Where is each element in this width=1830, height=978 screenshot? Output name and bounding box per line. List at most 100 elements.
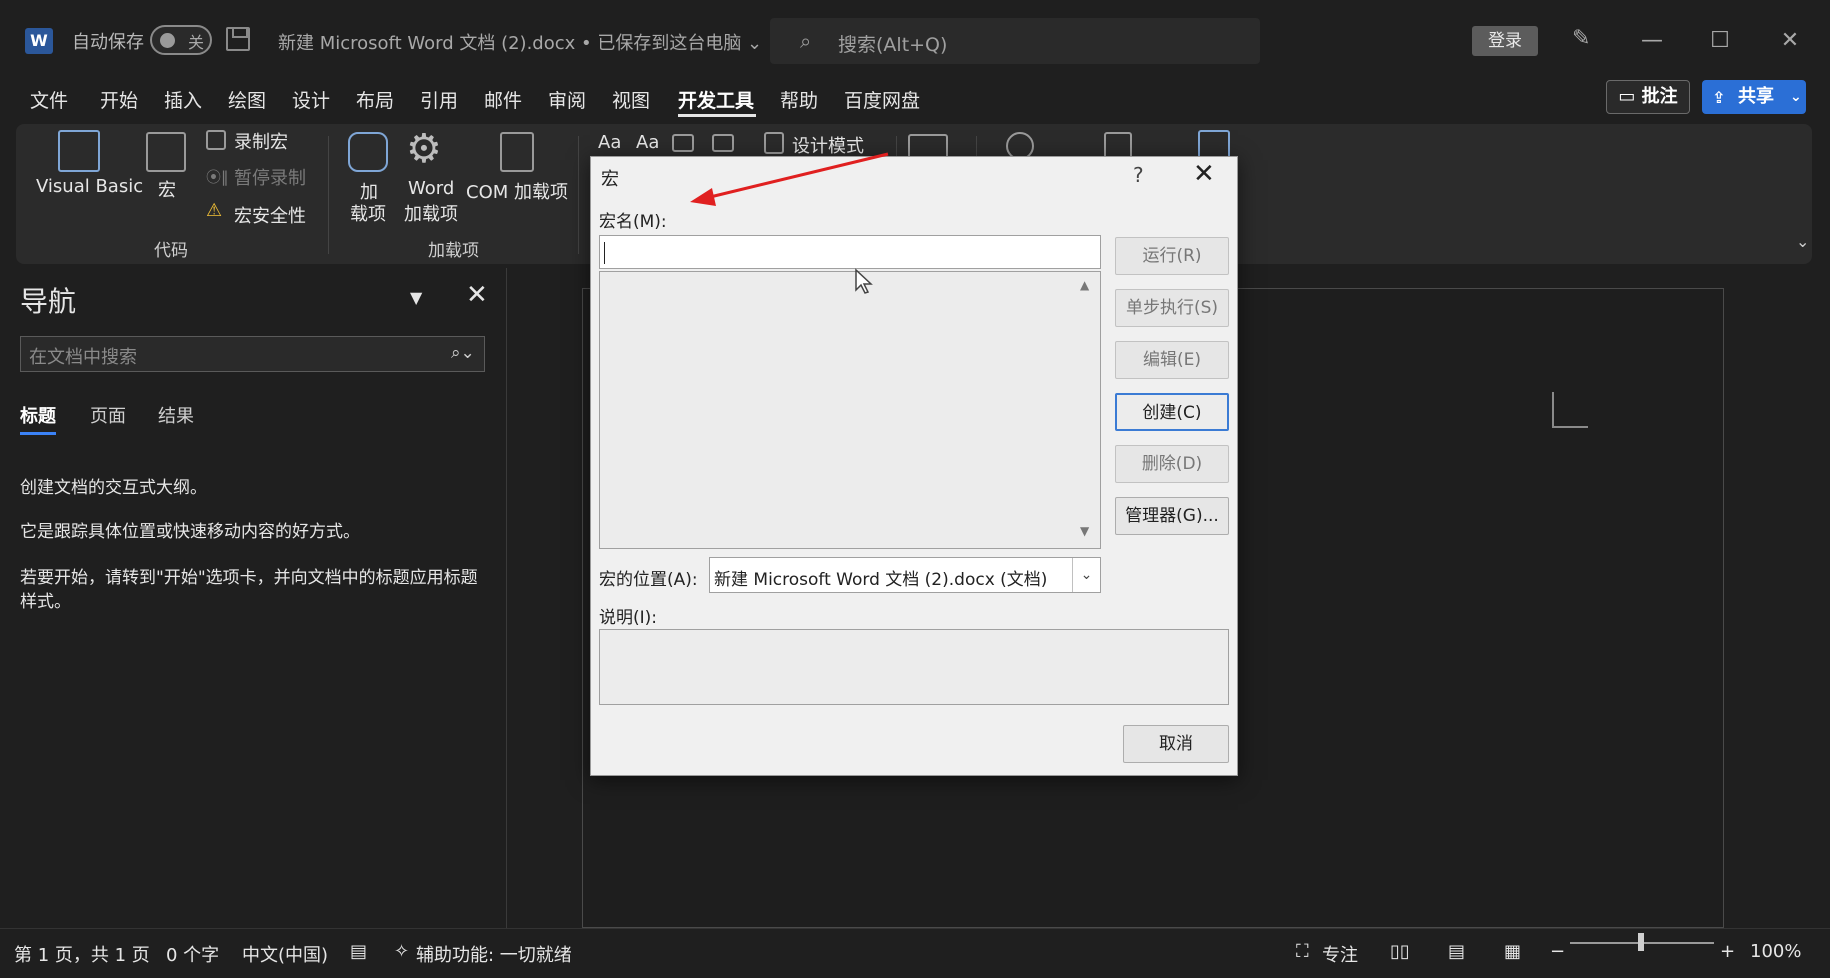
nav-hint-line-3: 若要开始，请转到"开始"选项卡，并向文档中的标题应用标题样式。 bbox=[20, 568, 478, 612]
macro-location-value: 新建 Microsoft Word 文档 (2).docx (文档) bbox=[714, 570, 1048, 590]
language-indicator[interactable]: 中文(中国) bbox=[242, 941, 328, 967]
print-layout-icon[interactable]: ▤ bbox=[1448, 941, 1465, 962]
macro-button[interactable]: 宏 bbox=[158, 176, 176, 202]
mouse-cursor-icon bbox=[855, 268, 873, 294]
design-mode-button[interactable]: 设计模式 bbox=[792, 132, 864, 158]
accessibility-status[interactable]: 辅助功能: 一切就绪 bbox=[416, 941, 572, 967]
help-button[interactable]: ? bbox=[1133, 163, 1144, 187]
plain-text-control[interactable]: Aa bbox=[636, 132, 659, 153]
word-count[interactable]: 0 个字 bbox=[166, 941, 219, 967]
macro-location-label: 宏的位置(A): bbox=[599, 570, 698, 590]
chevron-down-icon[interactable]: ⌄ bbox=[1072, 558, 1100, 592]
save-icon[interactable] bbox=[226, 27, 250, 51]
search-icon[interactable]: ⌕⌄ bbox=[451, 343, 475, 363]
step-into-button[interactable]: 单步执行(S) bbox=[1115, 289, 1229, 327]
macro-location-select[interactable]: 新建 Microsoft Word 文档 (2).docx (文档) ⌄ bbox=[709, 557, 1101, 593]
nav-search-placeholder: 在文档中搜索 bbox=[29, 347, 137, 368]
cancel-button[interactable]: 取消 bbox=[1123, 725, 1229, 763]
tab-headings[interactable]: 标题 bbox=[20, 402, 56, 428]
comments-button[interactable]: ▭ 批注 bbox=[1606, 80, 1690, 114]
nav-search-input[interactable]: 在文档中搜索 ⌕⌄ bbox=[20, 336, 485, 372]
login-button[interactable]: 登录 bbox=[1472, 26, 1538, 56]
run-button[interactable]: 运行(R) bbox=[1115, 237, 1229, 275]
menu-mailings[interactable]: 邮件 bbox=[484, 86, 522, 113]
macro-name-label: 宏名(M): bbox=[599, 212, 667, 232]
menu-help[interactable]: 帮助 bbox=[780, 86, 818, 113]
zoom-out-button[interactable]: − bbox=[1550, 941, 1565, 962]
macro-dialog: 宏 ? ✕ 宏名(M): ▲ ▼ 运行(R) 单步执行(S) 编辑(E) 创建(… bbox=[590, 156, 1238, 776]
description-box bbox=[599, 629, 1229, 705]
search-box[interactable]: ⌕ 搜索(Alt+Q) bbox=[770, 18, 1260, 64]
autosave-label: 自动保存 bbox=[72, 32, 144, 53]
word-addins-label-1[interactable]: Word bbox=[408, 178, 454, 199]
status-bar: 第 1 页，共 1 页 0 个字 中文(中国) ▤ ✧ 辅助功能: 一切就绪 ⛶… bbox=[0, 928, 1830, 978]
menu-developer[interactable]: 开发工具 bbox=[678, 86, 754, 113]
warning-icon: ⚠ bbox=[206, 200, 223, 221]
macro-icon bbox=[146, 132, 186, 172]
create-button[interactable]: 创建(C) bbox=[1115, 393, 1229, 431]
description-label: 说明(I): bbox=[599, 608, 658, 628]
zoom-slider-thumb[interactable] bbox=[1638, 933, 1644, 951]
menu-references[interactable]: 引用 bbox=[420, 86, 458, 113]
dialog-title: 宏 bbox=[601, 169, 619, 190]
active-tab-underline bbox=[678, 114, 756, 117]
menu-draw[interactable]: 绘图 bbox=[228, 86, 266, 113]
edit-button[interactable]: 编辑(E) bbox=[1115, 341, 1229, 379]
share-label: 共享 bbox=[1738, 86, 1774, 107]
comments-label: 批注 bbox=[1641, 86, 1678, 107]
design-mode-icon bbox=[764, 132, 784, 154]
menu-insert[interactable]: 插入 bbox=[164, 86, 202, 113]
web-layout-icon[interactable]: ▦ bbox=[1504, 941, 1521, 962]
nav-close-icon[interactable]: ✕ bbox=[466, 280, 488, 310]
zoom-in-button[interactable]: + bbox=[1720, 941, 1735, 962]
macro-security-button[interactable]: 宏安全性 bbox=[234, 202, 306, 228]
com-addins-button[interactable]: COM 加载项 bbox=[466, 178, 568, 204]
margin-corner-mark bbox=[1552, 392, 1588, 428]
proofing-icon[interactable]: ▤ bbox=[350, 941, 367, 962]
maximize-button[interactable]: ☐ bbox=[1700, 24, 1740, 58]
picture-control-icon[interactable] bbox=[672, 134, 694, 152]
tab-results[interactable]: 结果 bbox=[158, 402, 194, 428]
comment-icon: ▭ bbox=[1618, 86, 1642, 107]
menu-layout[interactable]: 布局 bbox=[356, 86, 394, 113]
menu-file[interactable]: 文件 bbox=[30, 86, 68, 113]
collapse-ribbon-icon[interactable]: ⌄ bbox=[1796, 232, 1809, 251]
addins-label-2[interactable]: 载项 bbox=[350, 200, 386, 226]
macro-list[interactable]: ▲ ▼ bbox=[599, 271, 1101, 549]
nav-hint-line-1: 创建文档的交互式大纲。 bbox=[20, 478, 207, 498]
word-addins-label-2[interactable]: 加载项 bbox=[404, 200, 458, 226]
tab-pages[interactable]: 页面 bbox=[90, 402, 126, 428]
text-caret bbox=[604, 242, 605, 264]
pen-icon[interactable]: ✎ bbox=[1572, 26, 1590, 51]
share-button[interactable]: ⇪ 共享 ⌄ bbox=[1702, 80, 1806, 114]
autosave-toggle[interactable]: 关 bbox=[150, 25, 212, 55]
scroll-down-icon[interactable]: ▼ bbox=[1080, 524, 1089, 538]
menu-design[interactable]: 设计 bbox=[292, 86, 330, 113]
chevron-down-icon[interactable]: ⌄ bbox=[1790, 80, 1802, 114]
macro-name-input[interactable] bbox=[599, 235, 1101, 269]
document-title[interactable]: 新建 Microsoft Word 文档 (2).docx • 已保存到这台电脑… bbox=[278, 29, 762, 55]
menu-view[interactable]: 视图 bbox=[612, 86, 650, 113]
building-block-icon[interactable] bbox=[712, 134, 734, 152]
menu-home[interactable]: 开始 bbox=[100, 86, 138, 113]
focus-button[interactable]: 专注 bbox=[1322, 941, 1358, 967]
ribbon-separator bbox=[328, 136, 329, 254]
minimize-button[interactable]: — bbox=[1632, 24, 1672, 58]
nav-options-icon[interactable]: ▼ bbox=[410, 288, 422, 307]
page-count[interactable]: 第 1 页，共 1 页 bbox=[14, 941, 150, 967]
visual-basic-button[interactable]: Visual Basic bbox=[36, 176, 143, 197]
record-macro-button[interactable]: 录制宏 bbox=[234, 128, 288, 154]
organizer-button[interactable]: 管理器(G)... bbox=[1115, 497, 1229, 535]
menu-review[interactable]: 审阅 bbox=[548, 86, 586, 113]
com-addins-icon bbox=[500, 132, 534, 172]
read-mode-icon[interactable]: ▯▯ bbox=[1390, 941, 1410, 962]
rich-text-control[interactable]: Aa bbox=[598, 132, 621, 153]
scroll-up-icon[interactable]: ▲ bbox=[1080, 278, 1089, 292]
close-icon[interactable]: ✕ bbox=[1193, 159, 1215, 189]
close-window-button[interactable]: ✕ bbox=[1770, 24, 1810, 58]
menu-baidu-netdisk[interactable]: 百度网盘 bbox=[844, 86, 920, 113]
pause-record-button: 暂停录制 bbox=[234, 168, 306, 189]
zoom-level[interactable]: 100% bbox=[1750, 941, 1801, 962]
delete-button[interactable]: 删除(D) bbox=[1115, 445, 1229, 483]
toggle-knob bbox=[160, 33, 175, 48]
